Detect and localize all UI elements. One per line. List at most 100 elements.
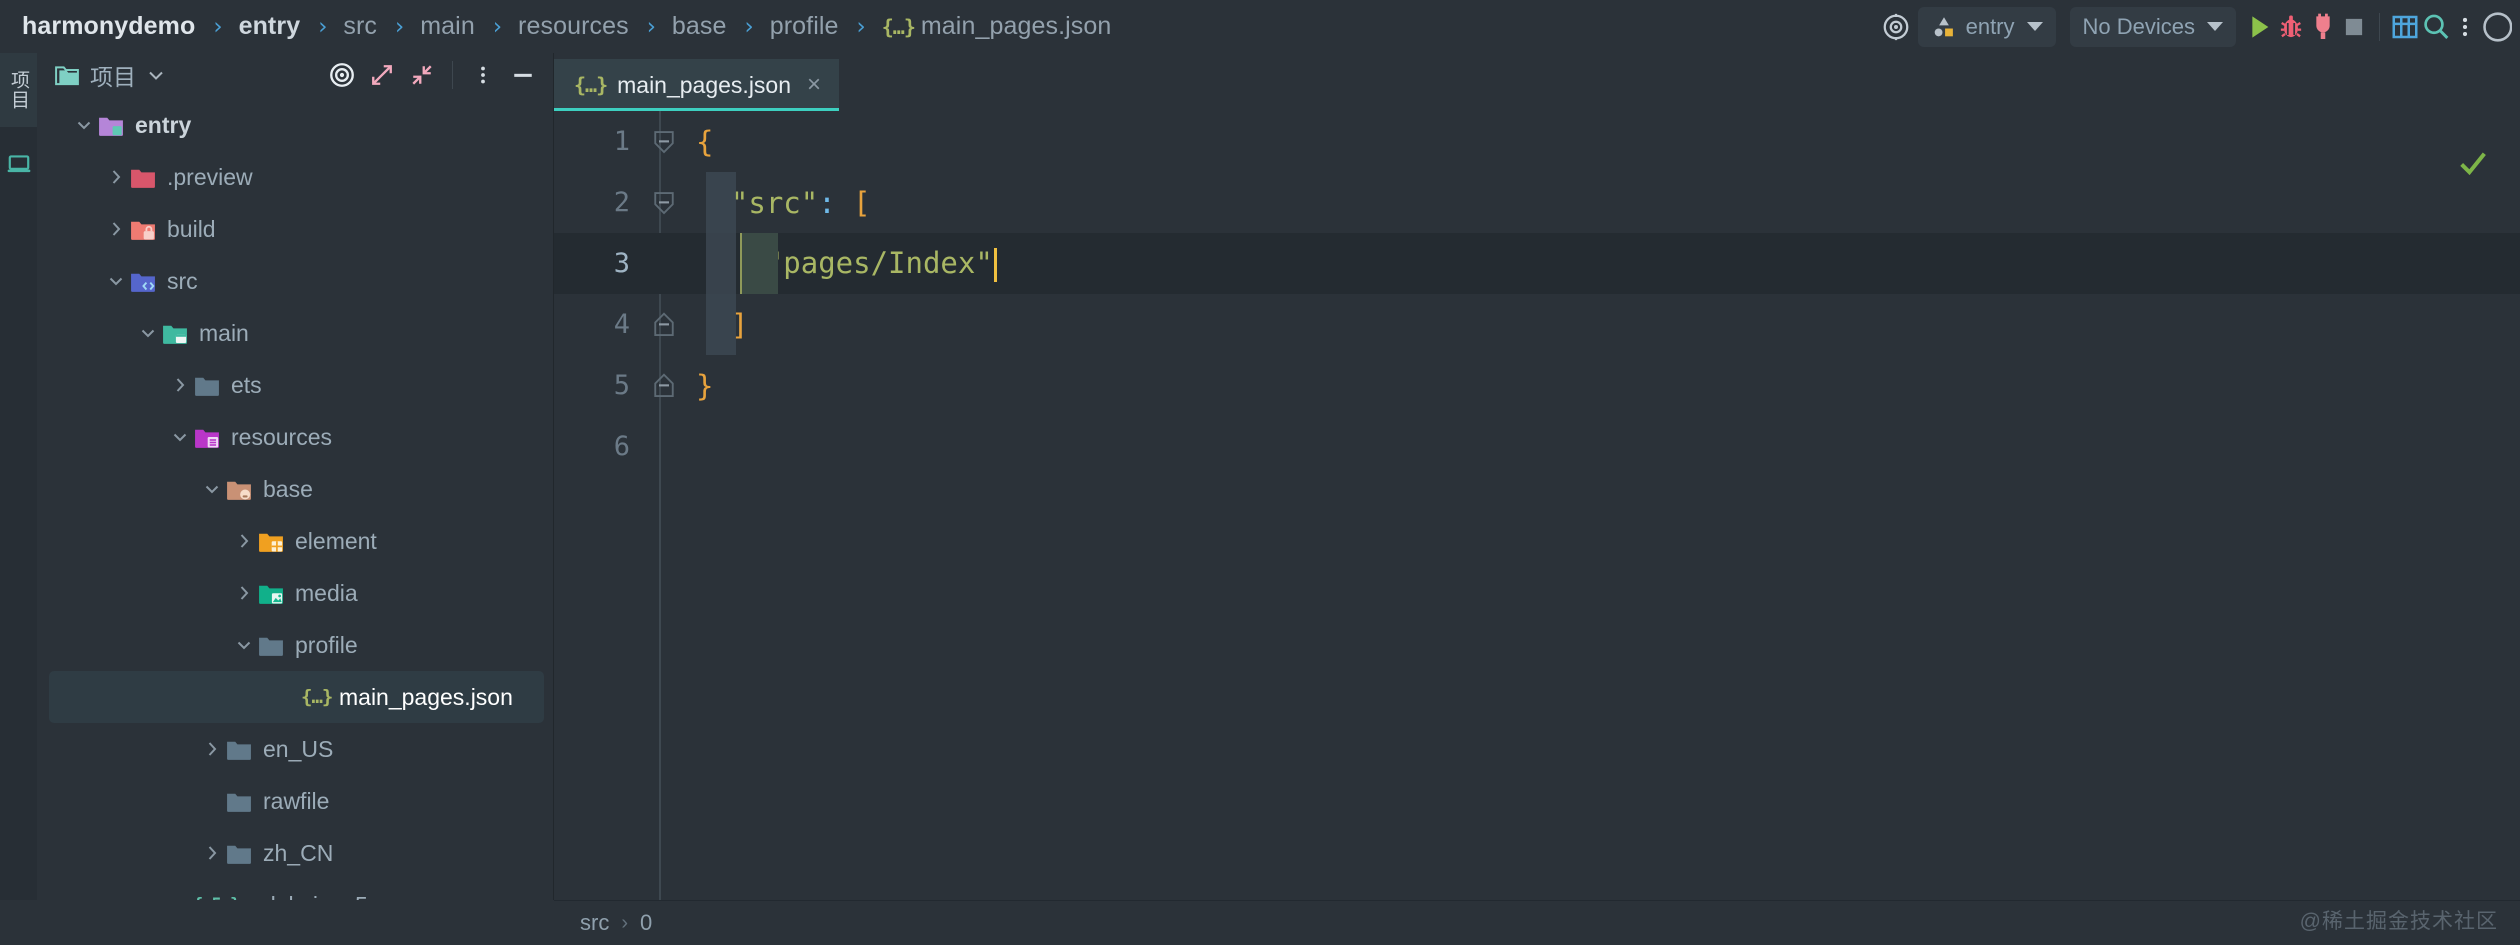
collapse-all-button[interactable] [402,55,442,95]
tree-expander[interactable] [199,736,225,762]
panel-more-options-button[interactable] [463,55,503,95]
chevron-right-icon[interactable] [104,217,128,241]
chevron-right-icon[interactable] [232,581,256,605]
tree-expander[interactable] [231,632,257,658]
breadcrumb-project[interactable]: harmonydemo [20,12,197,41]
chevron-right-icon[interactable] [232,529,256,553]
code-line[interactable]: 5} [554,355,2520,416]
breadcrumb-item-file[interactable]: {…} main_pages.json [880,12,1114,41]
toolbar-divider [2379,13,2380,41]
tree-expander[interactable] [167,372,193,398]
tree-expander[interactable] [199,476,225,502]
tree-item-en_us[interactable]: en_US [37,723,554,775]
tree-expander[interactable] [103,164,129,190]
tree-expander[interactable] [275,684,301,710]
tree-item-resources[interactable]: resources [37,411,554,463]
status-separator: › [621,912,628,935]
tree-expander[interactable] [103,268,129,294]
chevron-down-icon[interactable] [168,425,192,449]
fold-marker-open[interactable] [640,127,688,157]
code-text: { [688,125,713,159]
tree-item-base[interactable]: base [37,463,554,515]
run-configuration-selector[interactable]: entry [1918,7,2056,47]
search-icon [2420,11,2452,43]
chevron-right-icon[interactable] [104,165,128,189]
debug-bug-icon [2275,11,2307,43]
breadcrumb-item-resources[interactable]: resources [516,12,631,41]
folder-plain-icon [225,737,253,762]
tree-expander[interactable] [103,216,129,242]
project-panel-dropdown[interactable] [136,55,176,95]
chevron-right-icon[interactable] [168,373,192,397]
tree-item-media[interactable]: media [37,567,554,619]
account-button[interactable] [2478,6,2512,48]
folder-source-icon [129,268,157,294]
tree-expander[interactable] [199,840,225,866]
breadcrumb-item-entry[interactable]: entry [237,12,303,41]
breadcrumb-item-main[interactable]: main [418,12,477,41]
breadcrumb-item-src[interactable]: src [341,12,379,41]
device-manager-button[interactable] [2390,6,2420,48]
code-line[interactable]: 4 ] [554,294,2520,355]
chevron-down-icon[interactable] [232,633,256,657]
project-tree[interactable]: entry.previewbuildsrcmainetsresourcesbas… [37,99,554,945]
inspection-status-badge[interactable] [2456,146,2490,185]
code-line[interactable]: 3 "pages/Index" [554,233,2520,294]
code-line[interactable]: 6 [554,416,2520,477]
chevron-down-icon[interactable] [104,269,128,293]
tree-item-ets[interactable]: ets [37,359,554,411]
fold-marker-open[interactable] [640,188,688,218]
breadcrumb-item-profile[interactable]: profile [768,12,841,41]
chevron-right-icon[interactable] [200,737,224,761]
tree-item-main[interactable]: main [37,307,554,359]
status-path-src[interactable]: src [580,910,609,936]
fold-marker-close[interactable] [640,310,688,340]
tree-item-element[interactable]: element [37,515,554,567]
profiler-button[interactable] [2307,6,2339,48]
tree-item-build[interactable]: build [37,203,554,255]
fold-marker-close[interactable] [640,371,688,401]
run-button[interactable] [2243,6,2275,48]
tree-expander[interactable] [71,112,97,138]
tree-item-entry[interactable]: entry [37,99,554,151]
chevron-down-icon[interactable] [200,477,224,501]
code-line[interactable]: 1{ [554,111,2520,172]
tree-item-zh_cn[interactable]: zh_CN [37,827,554,879]
status-path-index[interactable]: 0 [640,910,652,936]
folder-media-icon [257,581,285,606]
device-selector[interactable]: No Devices [2070,7,2236,47]
folder-plain-icon [225,841,253,866]
rail-tool-project[interactable]: 项目 [0,53,37,127]
tree-item-label: profile [295,632,358,659]
chevron-down-icon[interactable] [72,113,96,137]
tree-expander[interactable] [231,580,257,606]
folder-main-icon [161,321,189,346]
tree-expander[interactable] [167,424,193,450]
code-editor[interactable]: 1{2 "src": [3 "pages/Index"4 ]5}6 [554,111,2520,900]
account-circle-icon [2478,10,2512,44]
expand-all-button[interactable] [362,55,402,95]
breadcrumb-item-base[interactable]: base [670,12,729,41]
debug-button[interactable] [2275,6,2307,48]
chevron-down-icon[interactable] [136,321,160,345]
tree-item-main_pages-json[interactable]: {…}main_pages.json [49,671,544,723]
tree-item-profile[interactable]: profile [37,619,554,671]
locate-file-button[interactable] [322,55,362,95]
chevron-right-icon[interactable] [200,841,224,865]
tree-expander[interactable] [135,320,161,346]
tree-item--preview[interactable]: .preview [37,151,554,203]
tree-item-rawfile[interactable]: rawfile [37,775,554,827]
code-line[interactable]: 2 "src": [ [554,172,2520,233]
tree-expander[interactable] [231,528,257,554]
tree-item-src[interactable]: src [37,255,554,307]
folder-module-icon [97,112,125,138]
panel-minimize-button[interactable] [503,55,543,95]
tree-expander[interactable] [199,788,225,814]
target-device-button[interactable] [1881,6,1911,48]
rail-tool-preview[interactable] [0,127,37,201]
close-icon[interactable]: × [807,71,821,99]
stop-button[interactable] [2339,6,2369,48]
more-options-button[interactable] [2452,6,2478,48]
search-everywhere-button[interactable] [2420,6,2452,48]
editor-tab-main-pages-json[interactable]: {…} main_pages.json × [554,59,839,111]
